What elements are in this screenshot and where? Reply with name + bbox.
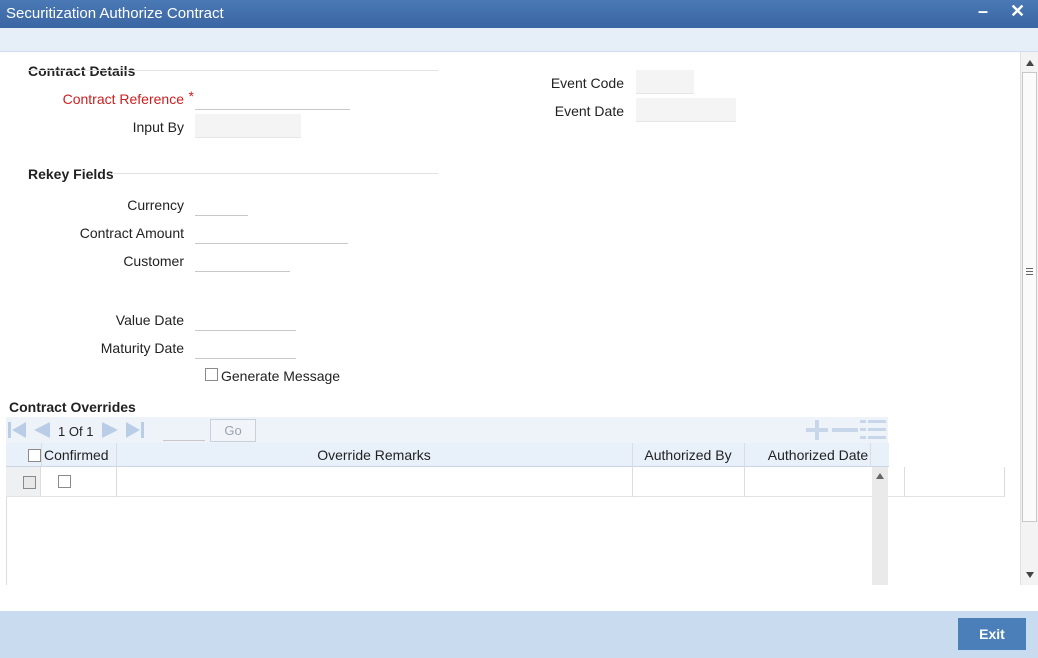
rekey-fields-heading: Rekey Fields	[28, 166, 114, 182]
customer-label: Customer	[123, 253, 184, 269]
column-divider	[632, 443, 633, 467]
column-header-confirmed[interactable]: Confirmed	[44, 447, 109, 463]
previous-page-icon[interactable]	[31, 420, 51, 440]
window-title-bar: Securitization Authorize Contract – ✕	[0, 0, 1038, 28]
event-date-label: Event Date	[554, 103, 624, 119]
generate-message-label: Generate Message	[221, 368, 341, 384]
single-view-icon[interactable]	[860, 420, 886, 440]
column-header-override-remarks[interactable]: Override Remarks	[116, 447, 632, 463]
maturity-date-input[interactable]	[195, 335, 296, 359]
table-row[interactable]	[6, 467, 1005, 497]
column-divider	[116, 443, 117, 467]
column-header-authorized-by[interactable]: Authorized By	[632, 447, 744, 463]
event-date-field[interactable]	[636, 98, 736, 122]
event-code-field[interactable]	[636, 70, 694, 94]
scroll-thumb[interactable]	[1022, 72, 1037, 522]
contract-amount-label: Contract Amount	[79, 225, 184, 241]
column-divider	[116, 467, 117, 497]
section-divider	[112, 173, 438, 174]
exit-button[interactable]: Exit	[958, 618, 1026, 650]
customer-input[interactable]	[195, 248, 290, 272]
column-divider	[904, 467, 905, 497]
toolbar-strip	[0, 28, 1038, 52]
add-row-icon[interactable]	[804, 420, 830, 440]
currency-input[interactable]	[195, 192, 248, 216]
value-date-input[interactable]	[195, 307, 296, 331]
window-title: Securitization Authorize Contract	[6, 5, 224, 22]
overrides-grid-header: Confirmed Override Remarks Authorized By…	[6, 443, 889, 467]
input-by-label: Input By	[132, 119, 184, 135]
contract-amount-input[interactable]	[195, 220, 348, 244]
grid-scrollbar[interactable]	[872, 467, 888, 585]
column-divider	[1004, 467, 1005, 497]
close-button[interactable]: ✕	[1010, 1, 1025, 22]
next-page-icon[interactable]	[101, 420, 121, 440]
contract-reference-input[interactable]	[195, 86, 350, 110]
last-page-icon[interactable]	[125, 420, 145, 440]
maturity-date-label: Maturity Date	[100, 340, 184, 356]
scroll-down-icon[interactable]	[1026, 572, 1034, 578]
currency-label: Currency	[127, 197, 184, 213]
page-scrollbar[interactable]	[1020, 52, 1038, 585]
generate-message-checkbox[interactable]	[205, 368, 218, 381]
section-divider	[132, 70, 438, 71]
column-divider	[870, 443, 871, 467]
scroll-up-icon[interactable]	[1026, 60, 1034, 66]
delete-row-icon[interactable]	[832, 420, 858, 440]
select-all-checkbox[interactable]	[28, 449, 41, 462]
confirmed-checkbox[interactable]	[58, 475, 71, 488]
grip-icon	[1026, 268, 1033, 275]
contract-details-heading: Contract Details	[28, 63, 136, 79]
contract-overrides-heading: Contract Overrides	[9, 399, 136, 415]
pager-status: 1 Of 1	[58, 424, 94, 439]
column-divider	[744, 467, 745, 497]
page-number-input[interactable]	[163, 421, 205, 441]
scroll-up-icon[interactable]	[876, 473, 884, 479]
contract-reference-label: Contract Reference *	[62, 88, 194, 107]
input-by-field[interactable]	[195, 114, 301, 138]
footer-bar	[0, 611, 1038, 658]
first-page-icon[interactable]	[7, 420, 27, 440]
event-code-label: Event Code	[550, 75, 624, 91]
value-date-label: Value Date	[115, 312, 184, 328]
required-asterisk: *	[188, 88, 194, 104]
minimize-button[interactable]: –	[978, 1, 988, 22]
column-divider	[632, 467, 633, 497]
row-selector[interactable]	[6, 467, 41, 496]
row-select-checkbox[interactable]	[23, 476, 36, 489]
column-divider	[41, 443, 42, 467]
go-button[interactable]: Go	[210, 419, 256, 442]
column-divider	[744, 443, 745, 467]
